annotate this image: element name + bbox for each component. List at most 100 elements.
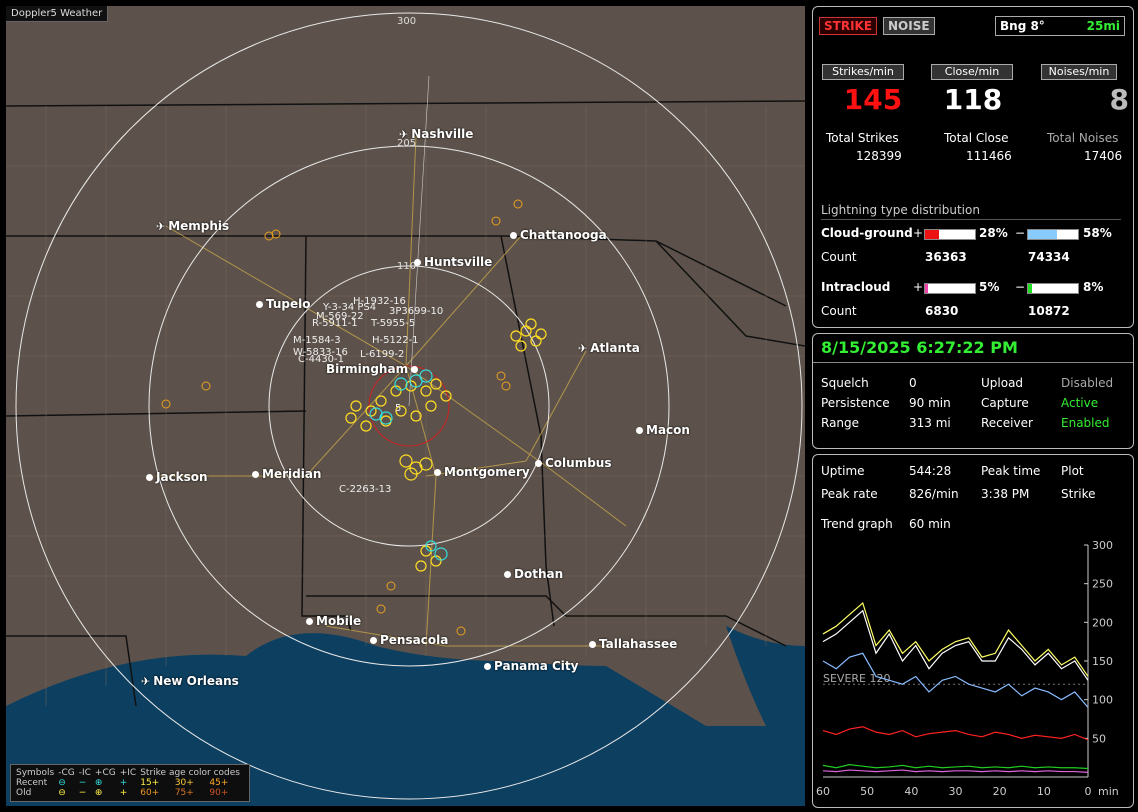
storm-label: 5 xyxy=(395,403,402,414)
upload-value: Disabled xyxy=(1061,376,1114,390)
strikes-per-min-header[interactable]: Strikes/min xyxy=(822,64,904,80)
storm-label: T-5955-5 xyxy=(371,318,416,329)
symbol-legend: Symbols -CG -IC +CG +IC Strike age color… xyxy=(10,764,250,802)
city-macon: Macon xyxy=(636,423,690,437)
cg-positive-count: 36363 xyxy=(925,250,967,264)
range-label: Range xyxy=(821,416,860,430)
city-dot-icon xyxy=(535,459,542,467)
city-dot-icon xyxy=(504,570,511,578)
city-dothan: Dothan xyxy=(504,567,563,581)
state-borders xyxy=(6,100,805,707)
cg-plus-sign: + xyxy=(913,226,924,240)
x-tick-label: 10 xyxy=(1037,785,1051,798)
cg-count-label: Count xyxy=(821,250,857,264)
plot-value: Strike xyxy=(1061,487,1096,501)
persistence-label: Persistence xyxy=(821,396,890,410)
legend-header: +IC xyxy=(119,768,137,778)
storm-label: M-1584-3 xyxy=(293,335,341,346)
strike-stats-panel: STRIKE NOISE Bng 8° 25mi Strikes/min Clo… xyxy=(812,6,1134,328)
x-tick-label: 50 xyxy=(860,785,874,798)
strike-mode-button[interactable]: STRIKE xyxy=(819,17,878,35)
city-chattanooga: Chattanooga xyxy=(510,228,607,242)
x-tick-label: 30 xyxy=(949,785,963,798)
ic-positive-count: 6830 xyxy=(925,304,959,318)
range-setting-value: 313 mi xyxy=(909,416,951,430)
legend-recent-label: Recent xyxy=(16,778,48,788)
cg-positive-bar xyxy=(924,229,976,240)
y-tick-label: 200 xyxy=(1092,616,1113,629)
city-montgomery: Montgomery xyxy=(434,465,530,479)
strikes-per-min-value: 145 xyxy=(843,83,903,116)
ic-negative-pct: 8% xyxy=(1083,280,1104,294)
noises-per-min-header[interactable]: Noises/min xyxy=(1041,64,1117,80)
x-tick-label: 20 xyxy=(993,785,1007,798)
city-columbus: Columbus xyxy=(535,456,612,470)
cg-negative-count: 74334 xyxy=(1028,250,1070,264)
capture-value: Active xyxy=(1061,396,1099,410)
legend-age-label: Strike age color codes xyxy=(140,768,240,778)
storm-label: H-5122-1 xyxy=(372,335,419,346)
city-dot-icon xyxy=(146,473,153,481)
city-dot-icon xyxy=(370,636,377,644)
neg-ic-icon: − xyxy=(78,778,87,788)
persistence-value: 90 min xyxy=(909,396,951,410)
squelch-value: 0 xyxy=(909,376,917,390)
pos-cg-icon: ⊕ xyxy=(94,778,103,788)
y-tick-label: 300 xyxy=(1092,539,1113,552)
storm-label: 3P3699-10 xyxy=(389,306,444,317)
city-mobile: Mobile xyxy=(306,614,361,628)
total-noises-label: Total Noises xyxy=(1047,131,1119,145)
close-per-min-header[interactable]: Close/min xyxy=(931,64,1013,80)
map-graphics xyxy=(6,12,805,806)
city-memphis: ✈ Memphis xyxy=(156,219,230,233)
cloud-ground-label: Cloud-ground xyxy=(821,226,913,240)
receiver-value: Enabled xyxy=(1061,416,1110,430)
city-meridian: Meridian xyxy=(252,467,321,481)
series-line-1 xyxy=(822,609,1089,681)
total-strikes-value: 128399 xyxy=(856,149,902,163)
noise-mode-button[interactable]: NOISE xyxy=(883,17,935,35)
city-pensacola: Pensacola xyxy=(370,633,448,647)
peak-rate-label: Peak rate xyxy=(821,487,878,501)
city-dot-icon xyxy=(256,300,263,308)
divider xyxy=(813,362,1133,363)
ic-negative-count: 10872 xyxy=(1028,304,1070,318)
age-code: 15+ xyxy=(140,778,160,788)
capture-label: Capture xyxy=(981,396,1029,410)
y-tick-label: 100 xyxy=(1092,694,1113,707)
legend-header: -IC xyxy=(78,768,91,778)
datetime: 8/15/2025 6:27:22 PM xyxy=(821,338,1018,357)
storm-label: L-6199-2 xyxy=(360,349,405,360)
lightning-map[interactable]: Doppler5 Weather 300 205 110 ✈ Nashville … xyxy=(6,6,805,806)
neg-ic-icon: − xyxy=(78,788,87,798)
pos-ic-icon: + xyxy=(119,788,128,798)
total-close-value: 111466 xyxy=(966,149,1012,163)
uptime-value: 544:28 xyxy=(909,464,952,478)
status-panel: 8/15/2025 6:27:22 PM Squelch 0 Persisten… xyxy=(812,333,1134,449)
ic-positive-pct: 5% xyxy=(979,280,1000,294)
age-code: 90+ xyxy=(209,788,229,798)
close-per-min-value: 118 xyxy=(943,83,1003,116)
ic-count-label: Count xyxy=(821,304,857,318)
bearing-range-box[interactable]: Bng 8° 25mi xyxy=(995,16,1125,36)
cg-minus-sign: − xyxy=(1015,226,1026,240)
total-strikes-label: Total Strikes xyxy=(826,131,899,145)
peak-time-value: 3:38 PM xyxy=(981,487,1030,501)
city-dot-icon xyxy=(636,426,643,434)
peak-rate-value: 826/min xyxy=(909,487,959,501)
city-new-orleans: ✈ New Orleans xyxy=(141,674,239,688)
app-title: Doppler5 Weather xyxy=(6,6,109,22)
airport-icon: ✈ xyxy=(399,127,409,141)
bearing-value: Bng 8° xyxy=(1000,19,1045,33)
airport-icon: ✈ xyxy=(141,674,151,688)
trend-graph-value: 60 min xyxy=(909,517,951,531)
city-tallahassee: Tallahassee xyxy=(589,637,677,651)
city-dot-icon xyxy=(510,231,517,239)
neg-cg-icon: ⊖ xyxy=(58,788,66,798)
trend-graph-label: Trend graph xyxy=(821,517,893,531)
noises-per-min-value: 8 xyxy=(1109,83,1129,116)
age-code: 45+ xyxy=(209,778,229,788)
x-tick-label: 60 xyxy=(816,785,830,798)
city-dot-icon xyxy=(306,617,313,625)
city-dot-icon xyxy=(434,468,441,476)
